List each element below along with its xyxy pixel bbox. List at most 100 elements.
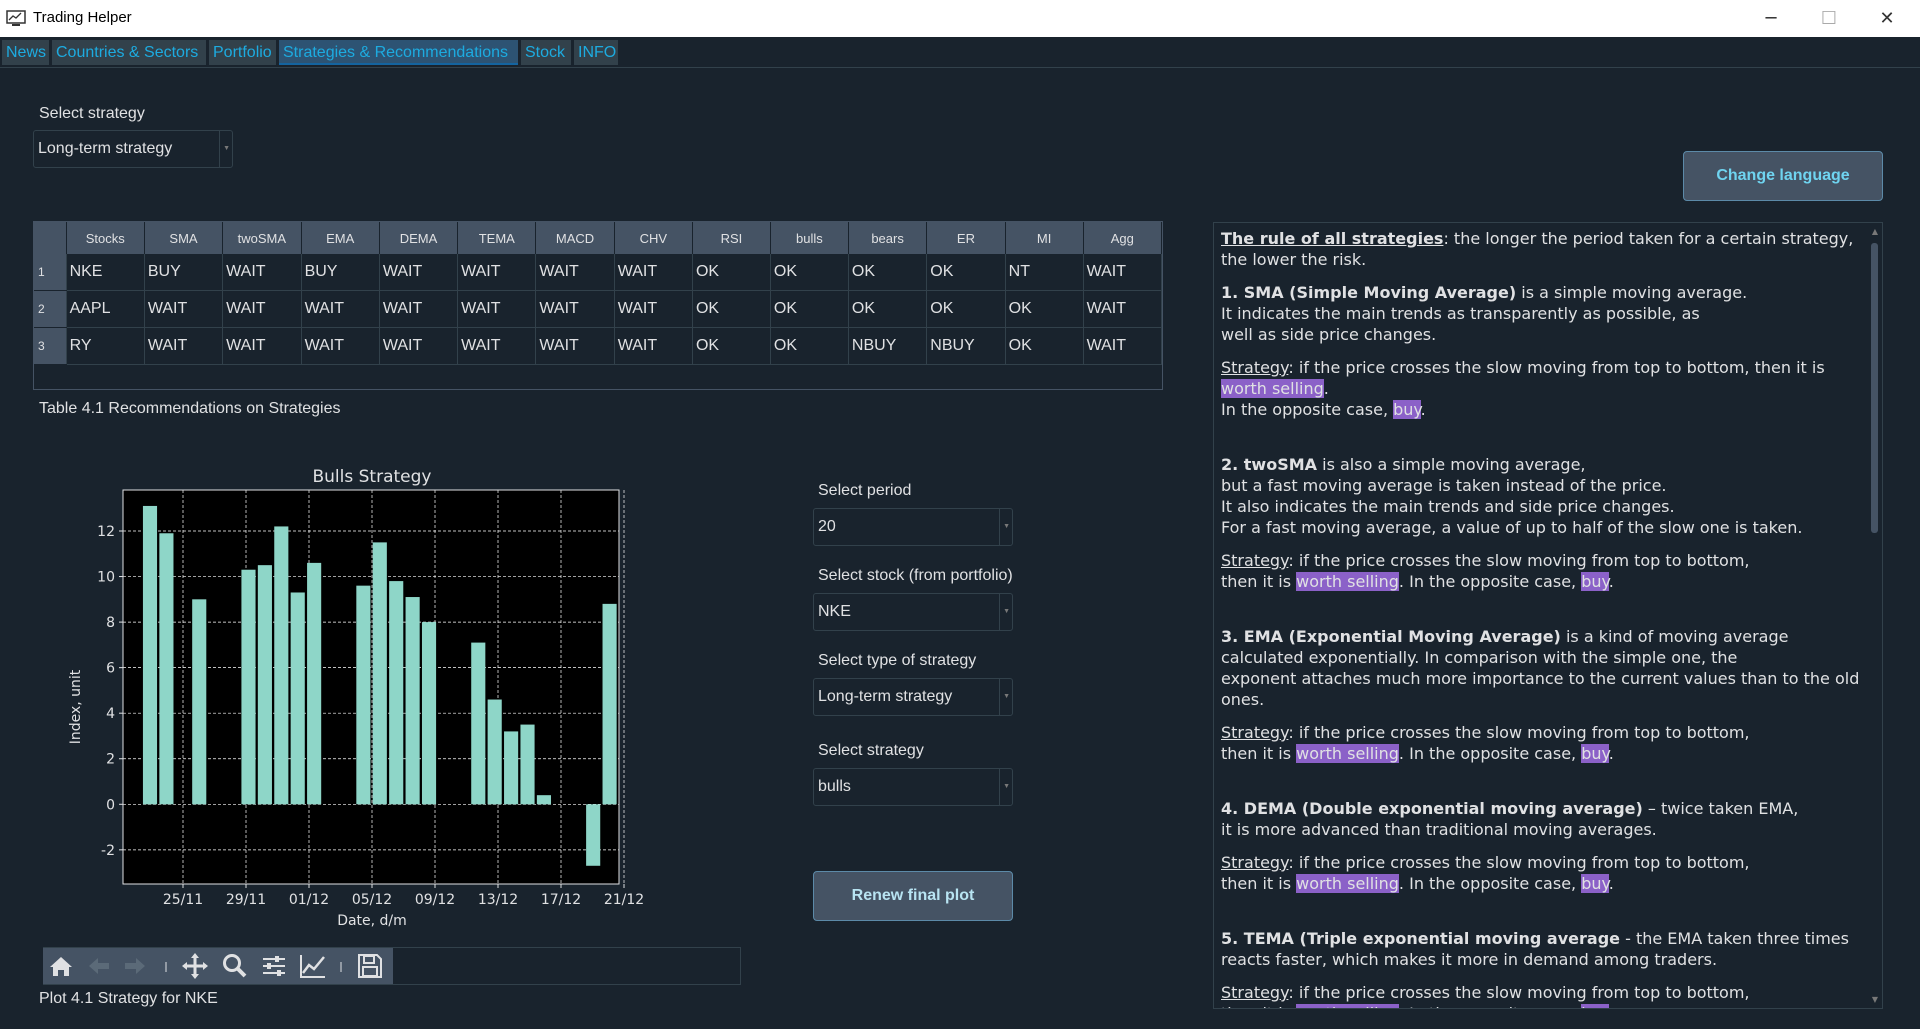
- table-cell[interactable]: BUY: [301, 254, 380, 291]
- table-cell[interactable]: WAIT: [1083, 327, 1163, 365]
- zoom-icon[interactable]: [221, 953, 249, 979]
- minimize-button[interactable]: ─: [1742, 0, 1800, 37]
- table-row[interactable]: 2 AAPL WAIT WAIT WAIT WAIT WAIT WAIT WAIT OK OK OK O…: [34, 290, 1163, 328]
- table-cell[interactable]: WAIT: [614, 327, 693, 365]
- back-icon[interactable]: [85, 953, 113, 979]
- table-caption: Table 4.1 Recommendations on Strategies: [39, 400, 341, 417]
- table-cell[interactable]: WAIT: [535, 290, 615, 328]
- table-cell[interactable]: BUY: [144, 254, 224, 291]
- table-cell[interactable]: AAPL: [66, 290, 145, 328]
- select-period-combo[interactable]: 20 ▼: [813, 508, 1013, 546]
- maximize-button[interactable]: ☐: [1800, 0, 1858, 37]
- scroll-down-icon[interactable]: ▼: [1872, 995, 1878, 1004]
- row-number[interactable]: 2: [34, 290, 67, 328]
- column-header[interactable]: SMA: [144, 222, 224, 254]
- select-stock-combo[interactable]: NKE ▼: [813, 593, 1013, 631]
- table-cell[interactable]: OK: [692, 290, 771, 328]
- y-tick-label: 4: [106, 706, 115, 722]
- table-cell[interactable]: OK: [770, 290, 849, 328]
- table-cell[interactable]: NBUY: [926, 327, 1006, 365]
- tab-portfolio[interactable]: Portfolio: [209, 40, 276, 65]
- table-cell[interactable]: WAIT: [457, 290, 537, 328]
- save-icon[interactable]: [356, 953, 384, 979]
- table-cell[interactable]: WAIT: [457, 327, 537, 365]
- column-header[interactable]: bulls: [770, 222, 849, 254]
- table-cell[interactable]: OK: [848, 254, 928, 291]
- table-cell[interactable]: NT: [1005, 254, 1084, 291]
- table-cell[interactable]: NBUY: [848, 327, 928, 365]
- tab-stock[interactable]: Stock: [521, 40, 571, 65]
- table-cell[interactable]: WAIT: [301, 290, 380, 328]
- table-cell[interactable]: WAIT: [379, 254, 459, 291]
- toolbar-separator: [163, 953, 169, 979]
- table-cell[interactable]: WAIT: [144, 290, 224, 328]
- table-cell[interactable]: WAIT: [535, 254, 615, 291]
- select-type-combo[interactable]: Long-term strategy ▼: [813, 678, 1013, 716]
- strategies-info-text[interactable]: The rule of all strategies: the longer t…: [1213, 222, 1883, 1009]
- column-header[interactable]: TEMA: [457, 222, 537, 254]
- scroll-up-icon[interactable]: ▲: [1872, 227, 1878, 236]
- bulls-strategy-plot[interactable]: Bulls Strategy 25/11 29/11 01/12 05/12 09/12…: [60, 460, 660, 935]
- table-cell[interactable]: OK: [692, 327, 771, 365]
- table-cell[interactable]: OK: [926, 290, 1006, 328]
- column-header[interactable]: Agg: [1083, 222, 1163, 254]
- table-cell[interactable]: OK: [770, 327, 849, 365]
- table-cell[interactable]: WAIT: [457, 254, 537, 291]
- table-cell[interactable]: OK: [770, 254, 849, 291]
- select-stock-value: NKE: [818, 603, 851, 620]
- table-cell[interactable]: WAIT: [379, 327, 459, 365]
- table-cell[interactable]: WAIT: [614, 290, 693, 328]
- configure-subplots-icon[interactable]: [260, 953, 288, 979]
- column-header[interactable]: Stocks: [66, 222, 145, 254]
- column-header[interactable]: RSI: [692, 222, 771, 254]
- tab-bar: News Countries & Sectors Portfolio Strat…: [0, 37, 1920, 68]
- table-cell[interactable]: OK: [692, 254, 771, 291]
- tab-info[interactable]: INFO: [574, 40, 618, 65]
- column-header[interactable]: ER: [926, 222, 1006, 254]
- table-cell[interactable]: NKE: [66, 254, 145, 291]
- table-cell[interactable]: WAIT: [144, 327, 224, 365]
- column-header[interactable]: DEMA: [379, 222, 459, 254]
- change-language-button[interactable]: Change language: [1683, 151, 1883, 201]
- edit-axis-icon[interactable]: [299, 953, 327, 979]
- table-cell[interactable]: OK: [1005, 327, 1084, 365]
- column-header[interactable]: MI: [1005, 222, 1084, 254]
- table-cell[interactable]: WAIT: [222, 327, 302, 365]
- renew-plot-button[interactable]: Renew final plot: [813, 871, 1013, 921]
- column-header[interactable]: EMA: [301, 222, 380, 254]
- tab-countries-sectors[interactable]: Countries & Sectors: [52, 40, 206, 65]
- forward-icon[interactable]: [121, 953, 149, 979]
- row-number[interactable]: 3: [34, 327, 67, 365]
- table-cell[interactable]: WAIT: [1083, 254, 1163, 291]
- close-button[interactable]: ✕: [1858, 0, 1916, 37]
- pan-icon[interactable]: [181, 953, 209, 979]
- select-strategy-combo[interactable]: Long-term strategy ▼: [33, 130, 233, 168]
- table-cell[interactable]: WAIT: [301, 327, 380, 365]
- table-cell[interactable]: OK: [926, 254, 1006, 291]
- tab-news[interactable]: News: [2, 40, 49, 65]
- ema-line: calculated exponentially. In comparison …: [1221, 648, 1738, 667]
- table-cell[interactable]: WAIT: [535, 327, 615, 365]
- table-cell[interactable]: WAIT: [1083, 290, 1163, 328]
- bar: [372, 542, 387, 805]
- tab-strategies-recommendations[interactable]: Strategies & Recommendations: [279, 40, 518, 65]
- table-cell[interactable]: WAIT: [614, 254, 693, 291]
- table-cell[interactable]: RY: [66, 327, 145, 365]
- column-header[interactable]: twoSMA: [222, 222, 302, 254]
- select-strategy2-combo[interactable]: bulls ▼: [813, 768, 1013, 806]
- table-cell[interactable]: WAIT: [222, 254, 302, 291]
- column-header[interactable]: MACD: [535, 222, 615, 254]
- table-cell[interactable]: WAIT: [222, 290, 302, 328]
- table-row[interactable]: 1 NKE BUY WAIT BUY WAIT WAIT WAIT WAIT OK OK OK OK NT…: [34, 254, 1163, 291]
- column-header[interactable]: CHV: [614, 222, 693, 254]
- worth-selling-highlight: worth selling: [1296, 744, 1399, 763]
- scrollbar-thumb[interactable]: [1871, 243, 1878, 533]
- row-number[interactable]: 1: [34, 254, 67, 291]
- worth-selling-highlight: worth selling: [1296, 874, 1399, 893]
- table-cell[interactable]: OK: [848, 290, 928, 328]
- table-cell[interactable]: OK: [1005, 290, 1084, 328]
- home-icon[interactable]: [47, 953, 75, 979]
- column-header[interactable]: bears: [848, 222, 928, 254]
- table-row[interactable]: 3 RY WAIT WAIT WAIT WAIT WAIT WAIT WAIT OK OK NBUY N…: [34, 327, 1163, 365]
- table-cell[interactable]: WAIT: [379, 290, 459, 328]
